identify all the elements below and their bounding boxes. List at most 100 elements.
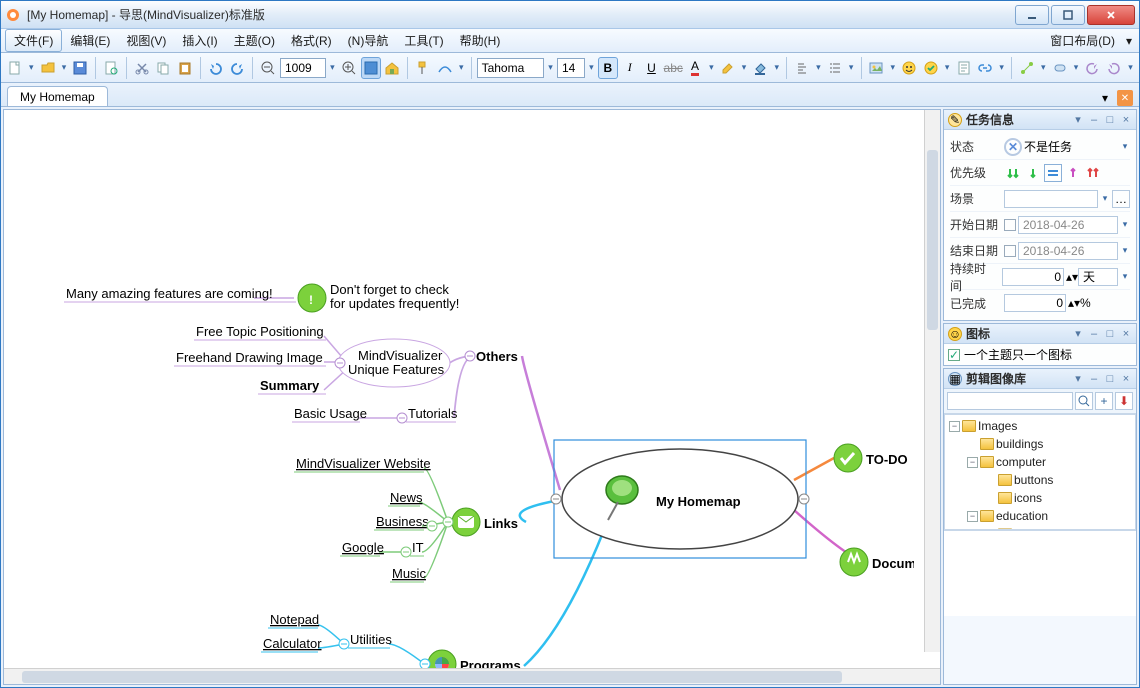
link-button[interactable] <box>975 57 995 79</box>
boundary-dropdown[interactable]: ▾ <box>1072 62 1081 73</box>
nav-next-button[interactable] <box>1104 57 1124 79</box>
menu-insert[interactable]: 插入(I) <box>174 29 225 52</box>
priority-normal[interactable] <box>1044 164 1062 182</box>
menu-tools[interactable]: 工具(T) <box>396 29 451 52</box>
status-dropdown[interactable]: ▾ <box>1120 141 1130 152</box>
smiley-button[interactable] <box>899 57 919 79</box>
tab-close-button[interactable]: ✕ <box>1117 90 1133 106</box>
clipart-add-button[interactable]: + <box>1095 392 1113 410</box>
clipart-search-input[interactable] <box>947 392 1073 410</box>
one-icon-checkbox[interactable]: ✓ 一个主题只一个图标 <box>948 346 1132 363</box>
curve-dropdown[interactable]: ▾ <box>457 62 466 73</box>
icons-header[interactable]: ☺ 图标 ▾ – □ × <box>944 324 1136 344</box>
menu-format[interactable]: 格式(R) <box>283 29 340 52</box>
highlight-button[interactable] <box>718 57 738 79</box>
menu-topic[interactable]: 主题(O) <box>226 29 283 52</box>
panel-min-button[interactable]: – <box>1088 373 1100 385</box>
cut-button[interactable] <box>132 57 152 79</box>
status-value[interactable]: 不是任务 <box>1024 138 1118 155</box>
image-button[interactable] <box>866 57 886 79</box>
clipart-import-button[interactable]: ⬇ <box>1115 392 1133 410</box>
boundary-button[interactable] <box>1050 57 1070 79</box>
strike-button[interactable]: abc <box>663 57 683 79</box>
menu-windowlayout-drop[interactable]: ▾ <box>1123 29 1135 52</box>
fontcolor-dropdown[interactable]: ▾ <box>707 62 716 73</box>
fontcolor-button[interactable]: A <box>685 57 705 79</box>
list-button[interactable] <box>825 57 845 79</box>
font-dropdown[interactable]: ▾ <box>546 62 555 73</box>
mindmap-canvas[interactable]: My Homemap Others MindVisualizer Unique … <box>4 110 940 668</box>
bold-button[interactable]: B <box>598 57 618 79</box>
horizontal-scrollbar[interactable] <box>4 668 940 684</box>
relation-button[interactable] <box>1017 57 1037 79</box>
scene-input[interactable] <box>1004 190 1098 208</box>
link-dropdown[interactable]: ▾ <box>997 62 1006 73</box>
image-dropdown[interactable]: ▾ <box>888 62 897 73</box>
panel-close-button[interactable]: × <box>1120 373 1132 385</box>
panel-menu-button[interactable]: ▾ <box>1072 327 1084 340</box>
panel-max-button[interactable]: □ <box>1104 328 1116 340</box>
zoom-combo[interactable]: 1009 <box>280 58 326 78</box>
clipart-search-button[interactable] <box>1075 392 1093 410</box>
clipart-tree[interactable]: −Images buildings −computer buttons icon… <box>944 414 1136 530</box>
scene-browse[interactable]: … <box>1112 190 1130 208</box>
menu-view[interactable]: 视图(V) <box>118 29 174 52</box>
redo-button[interactable] <box>228 57 248 79</box>
menu-windowlayout[interactable]: 窗口布局(D) <box>1042 29 1123 52</box>
tab-menu-button[interactable]: ▾ <box>1097 90 1113 106</box>
priority-high[interactable] <box>1064 164 1082 182</box>
tree-item[interactable]: computer <box>996 453 1046 471</box>
tree-item[interactable]: education <box>996 507 1048 525</box>
priority-low[interactable] <box>1024 164 1042 182</box>
end-date-dropdown[interactable]: ▾ <box>1120 245 1130 256</box>
vertical-scrollbar[interactable] <box>924 110 940 652</box>
highlight-dropdown[interactable]: ▾ <box>740 62 749 73</box>
italic-button[interactable]: I <box>620 57 640 79</box>
print-preview-button[interactable] <box>101 57 121 79</box>
close-button[interactable] <box>1087 5 1135 25</box>
panel-max-button[interactable]: □ <box>1104 114 1116 126</box>
panel-min-button[interactable]: – <box>1088 328 1100 340</box>
open-button[interactable] <box>38 57 58 79</box>
save-button[interactable] <box>70 57 90 79</box>
priority-lowest[interactable] <box>1004 164 1022 182</box>
note-button[interactable] <box>954 57 974 79</box>
align-button[interactable] <box>792 57 812 79</box>
open-dropdown[interactable]: ▾ <box>59 62 68 73</box>
menu-nav[interactable]: (N)导航 <box>340 29 397 52</box>
start-check[interactable] <box>1004 219 1016 231</box>
relation-dropdown[interactable]: ▾ <box>1039 62 1048 73</box>
maximize-button[interactable] <box>1051 5 1085 25</box>
panel-menu-button[interactable]: ▾ <box>1072 372 1084 385</box>
scene-dropdown[interactable]: ▾ <box>1100 193 1110 204</box>
curve-button[interactable] <box>435 57 455 79</box>
undo-button[interactable] <box>206 57 226 79</box>
tree-item[interactable]: icons <box>1014 489 1042 507</box>
complete-input[interactable]: 0 <box>1004 294 1066 312</box>
new-button[interactable] <box>5 57 25 79</box>
fillcolor-dropdown[interactable]: ▾ <box>772 62 781 73</box>
expander-icon[interactable]: − <box>949 421 960 432</box>
task-info-header[interactable]: ✎ 任务信息 ▾ – □ × <box>944 110 1136 130</box>
tree-item[interactable]: buttons <box>1014 471 1053 489</box>
nav-prev-button[interactable] <box>1082 57 1102 79</box>
new-dropdown[interactable]: ▾ <box>27 62 36 73</box>
tree-item[interactable]: Images <box>978 417 1017 435</box>
panel-close-button[interactable]: × <box>1120 328 1132 340</box>
underline-button[interactable]: U <box>642 57 662 79</box>
duration-unit-dropdown[interactable]: ▾ <box>1120 271 1130 282</box>
list-dropdown[interactable]: ▾ <box>847 62 856 73</box>
panel-min-button[interactable]: – <box>1088 114 1100 126</box>
menu-help[interactable]: 帮助(H) <box>452 29 509 52</box>
duration-unit[interactable]: 天 <box>1078 268 1118 286</box>
end-date-input[interactable]: 2018-04-26 <box>1018 242 1118 260</box>
format-painter-button[interactable] <box>413 57 433 79</box>
expander-icon[interactable]: − <box>967 457 978 468</box>
document-tab[interactable]: My Homemap <box>7 86 108 106</box>
fontsize-combo[interactable]: 14 <box>557 58 585 78</box>
paste-button[interactable] <box>175 57 195 79</box>
zoom-dropdown[interactable]: ▾ <box>328 62 337 73</box>
panel-close-button[interactable]: × <box>1120 114 1132 126</box>
nav-next-dropdown[interactable]: ▾ <box>1126 62 1135 73</box>
fullscreen-button[interactable] <box>361 57 381 79</box>
